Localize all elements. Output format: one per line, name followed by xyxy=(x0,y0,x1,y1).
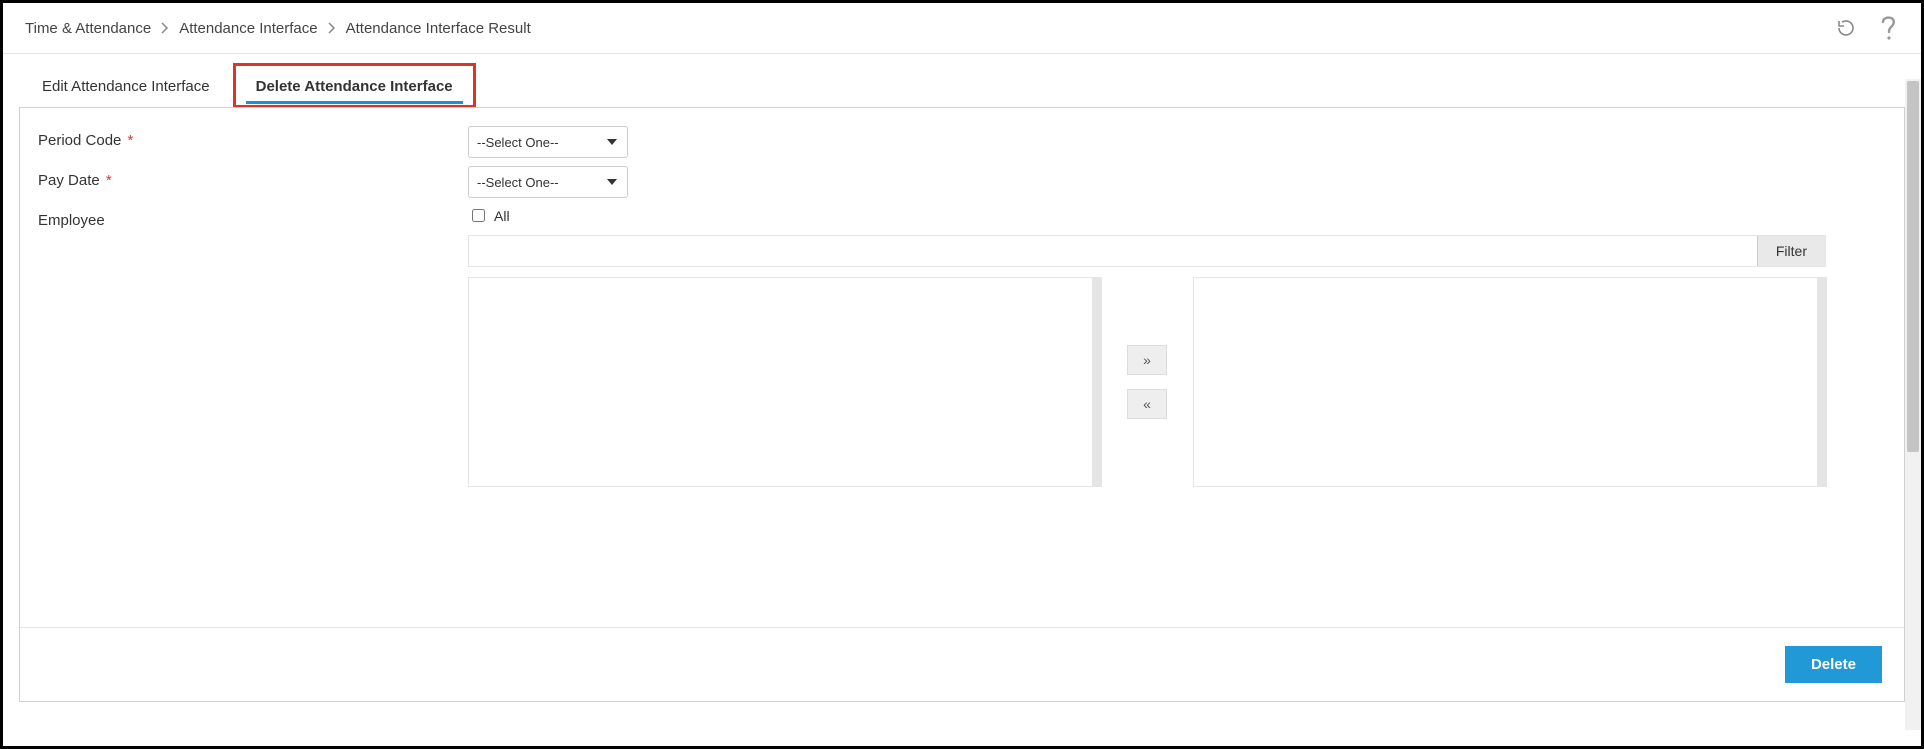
chevron-right-icon xyxy=(328,22,336,34)
available-employees-listbox[interactable] xyxy=(468,277,1101,487)
tab-bar: Edit Attendance Interface Delete Attenda… xyxy=(3,53,1921,107)
help-icon[interactable] xyxy=(1879,15,1899,41)
employee-all-label: All xyxy=(494,208,510,224)
form-panel: Period Code * --Select One-- Pay Date * … xyxy=(19,107,1905,702)
employee-all-checkbox[interactable] xyxy=(472,209,485,222)
move-left-button[interactable]: « xyxy=(1127,389,1167,419)
scrollbar-thumb[interactable] xyxy=(1907,81,1919,452)
tab-edit-attendance-interface[interactable]: Edit Attendance Interface xyxy=(19,63,233,108)
move-right-button[interactable]: » xyxy=(1127,345,1167,375)
employee-label: Employee xyxy=(38,206,468,229)
selected-employees-listbox[interactable] xyxy=(1193,277,1826,487)
breadcrumb-item-time-and-attendance[interactable]: Time & Attendance xyxy=(25,20,151,37)
period-code-label: Period Code * xyxy=(38,126,468,149)
filter-button[interactable]: Filter xyxy=(1757,236,1825,266)
pay-date-label: Pay Date * xyxy=(38,166,468,189)
refresh-icon[interactable] xyxy=(1835,17,1857,39)
tab-delete-attendance-interface[interactable]: Delete Attendance Interface xyxy=(233,63,476,108)
vertical-scrollbar[interactable] xyxy=(1905,79,1921,730)
breadcrumb-item-attendance-interface[interactable]: Attendance Interface xyxy=(179,20,317,37)
breadcrumb-item-attendance-interface-result: Attendance Interface Result xyxy=(346,20,531,37)
chevron-right-icon xyxy=(161,22,169,34)
delete-button[interactable]: Delete xyxy=(1785,646,1882,683)
employee-filter-input[interactable] xyxy=(469,236,1757,266)
period-code-select[interactable]: --Select One-- xyxy=(468,126,628,158)
breadcrumb: Time & Attendance Attendance Interface A… xyxy=(25,20,531,37)
pay-date-select[interactable]: --Select One-- xyxy=(468,166,628,198)
